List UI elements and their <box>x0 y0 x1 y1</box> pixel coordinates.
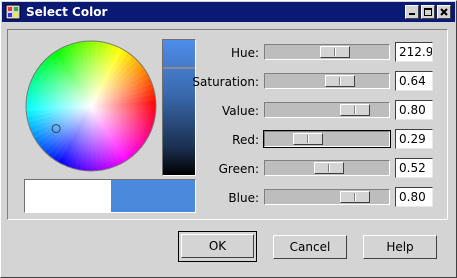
green-entry[interactable]: 0.52 <box>395 158 433 178</box>
green-label: Green: <box>218 162 259 176</box>
close-button[interactable] <box>437 5 451 19</box>
blue-label: Blue: <box>228 191 259 205</box>
ok-button[interactable]: OK <box>181 234 254 258</box>
close-icon <box>440 8 448 16</box>
value-marker[interactable] <box>163 67 195 69</box>
blue-entry[interactable]: 0.80 <box>395 187 433 207</box>
title-bar[interactable]: Select Color <box>2 2 455 22</box>
blue-slider-thumb[interactable] <box>340 191 370 203</box>
saturation-entry[interactable]: 0.64 <box>395 71 433 91</box>
color-wheel[interactable] <box>25 40 157 172</box>
green-slider[interactable] <box>264 160 390 176</box>
palette-icon <box>5 4 21 20</box>
value-entry[interactable]: 0.80 <box>395 100 433 120</box>
red-slider[interactable] <box>263 130 391 148</box>
value-label: Value: <box>222 104 259 118</box>
green-slider-thumb[interactable] <box>314 162 344 174</box>
saturation-slider-thumb[interactable] <box>325 75 355 87</box>
hue-slider-thumb[interactable] <box>320 46 350 58</box>
hue-label: Hue: <box>230 46 259 60</box>
window-title: Select Color <box>26 5 108 19</box>
saturation-label: Saturation: <box>192 75 259 89</box>
hue-slider[interactable] <box>264 44 390 60</box>
minimize-button[interactable] <box>405 5 419 19</box>
minimize-icon <box>409 13 415 15</box>
maximize-button[interactable] <box>421 5 435 19</box>
value-slider-thumb[interactable] <box>340 104 370 116</box>
red-slider-thumb[interactable] <box>293 133 323 145</box>
red-entry[interactable]: 0.29 <box>395 129 433 149</box>
value-slider[interactable] <box>264 102 390 118</box>
help-button[interactable]: Help <box>363 235 437 259</box>
cancel-button[interactable]: Cancel <box>273 235 347 259</box>
maximize-icon <box>424 8 432 16</box>
saturation-slider[interactable] <box>264 73 390 89</box>
select-color-dialog: Select Color Hue: 212.94 Saturation: 0.64 Va… <box>0 0 457 278</box>
hue-entry[interactable]: 212.94 <box>395 42 433 62</box>
red-label: Red: <box>232 133 259 147</box>
blue-slider[interactable] <box>264 189 390 205</box>
previous-color-swatch <box>25 180 111 212</box>
